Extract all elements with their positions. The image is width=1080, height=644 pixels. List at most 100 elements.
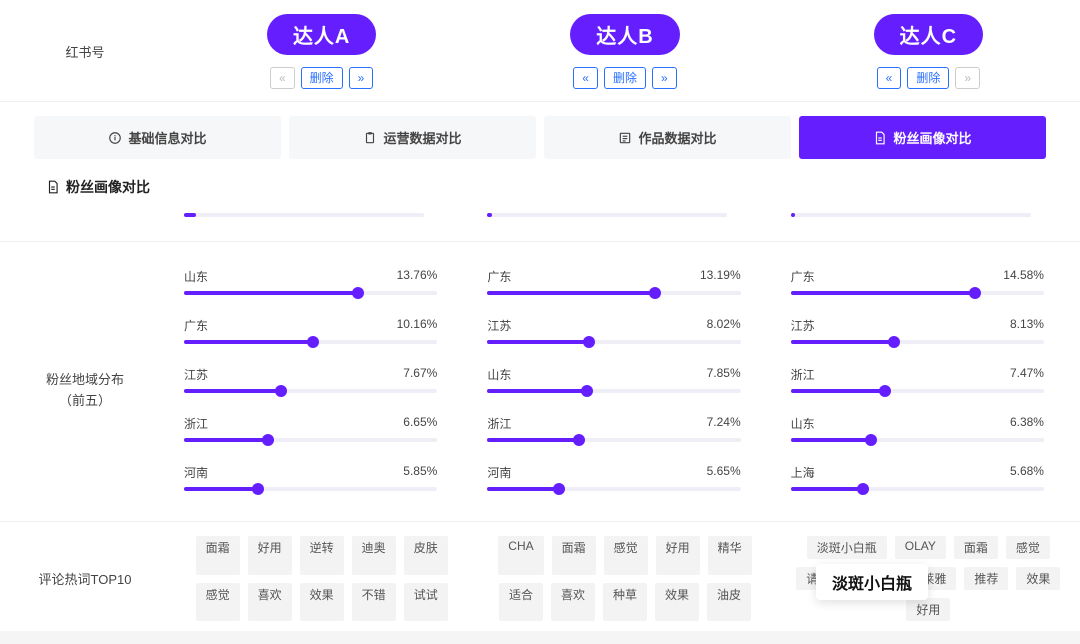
hot-word-tag[interactable]: 适合: [499, 583, 543, 622]
region-column: 广东 13.19% 江苏 8.02% 山东 7.85% 浙江 7.24% 河南 5.65%: [473, 268, 776, 513]
region-item: 广东 13.19%: [487, 268, 740, 295]
influencer-name-badge: 达人C: [874, 14, 983, 55]
region-bar: [791, 291, 1044, 295]
region-percent: 13.76%: [397, 268, 438, 285]
delete-button[interactable]: 删除: [301, 67, 343, 89]
hot-word-tag[interactable]: 面霜: [552, 536, 596, 575]
compare-tabs: 基础信息对比 运营数据对比 作品数据对比 粉丝画像对比: [0, 106, 1080, 159]
hot-word-tag[interactable]: 感觉: [604, 536, 648, 575]
hot-word-tag[interactable]: OLAY: [895, 536, 946, 559]
region-name: 广东: [184, 317, 208, 334]
influencer-col: 达人A « 删除 »: [170, 14, 473, 89]
tab-works[interactable]: 作品数据对比: [544, 116, 791, 159]
hot-words-column: CHA面霜感觉好用精华适合喜欢种草效果油皮: [473, 536, 776, 621]
hot-word-tag[interactable]: 面霜: [954, 536, 998, 559]
region-item: 山东 7.85%: [487, 366, 740, 393]
region-percent: 13.19%: [700, 268, 741, 285]
hot-word-tag[interactable]: 效果: [1016, 567, 1060, 590]
region-percent: 10.16%: [397, 317, 438, 334]
hot-word-tag[interactable]: 好用: [656, 536, 700, 575]
row-label-regions: 粉丝地域分布 （前五）: [0, 268, 170, 513]
influencer-name-badge: 达人A: [267, 14, 376, 55]
tab-fan-profile[interactable]: 粉丝画像对比: [799, 116, 1046, 159]
next-button[interactable]: »: [955, 67, 980, 89]
region-item: 山东 13.76%: [184, 268, 437, 295]
region-distribution-section: 粉丝地域分布 （前五） 山东13.76%广东10.16%江苏7.67%浙江6.6…: [0, 242, 1080, 522]
delete-button[interactable]: 删除: [604, 67, 646, 89]
region-column: 山东13.76%广东10.16%江苏7.67%浙江6.65%河南5.85%: [170, 268, 473, 513]
region-percent: 7.85%: [707, 366, 741, 383]
tab-basic-info[interactable]: 基础信息对比: [34, 116, 281, 159]
region-name: 河南: [487, 464, 511, 481]
region-name: 山东: [487, 366, 511, 383]
hot-word-tag[interactable]: 好用: [906, 598, 950, 621]
prev-button[interactable]: «: [573, 67, 598, 89]
mini-bar: [487, 213, 727, 217]
next-button[interactable]: »: [349, 67, 374, 89]
region-name: 山东: [184, 268, 208, 285]
region-percent: 6.38%: [1010, 415, 1044, 432]
region-name: 江苏: [791, 317, 815, 334]
region-percent: 7.24%: [707, 415, 741, 432]
region-name: 江苏: [487, 317, 511, 334]
delete-button[interactable]: 删除: [907, 67, 949, 89]
region-bar: [487, 438, 740, 442]
hot-word-tag[interactable]: 好用: [248, 536, 292, 575]
next-button[interactable]: »: [652, 67, 677, 89]
clipboard-icon: [363, 131, 377, 145]
region-item: 浙江 7.24%: [487, 415, 740, 442]
region-bar: [791, 389, 1044, 393]
file-icon: [873, 131, 887, 145]
region-percent: 8.13%: [1010, 317, 1044, 334]
prev-button[interactable]: «: [877, 67, 902, 89]
info-icon: [108, 131, 122, 145]
tab-operations[interactable]: 运营数据对比: [289, 116, 536, 159]
region-item: 上海5.68%: [791, 464, 1044, 491]
region-percent: 7.67%: [403, 366, 437, 383]
row-label-hotwords: 评论热词TOP10: [0, 536, 170, 621]
region-percent: 8.02%: [707, 317, 741, 334]
hot-word-tag[interactable]: 面霜: [196, 536, 240, 575]
hot-word-tooltip: 淡斑小白瓶: [816, 564, 928, 600]
region-item: 广东14.58%: [791, 268, 1044, 295]
hot-word-tag[interactable]: 精华: [708, 536, 752, 575]
influencer-col: 达人B « 删除 »: [473, 14, 776, 89]
hot-word-tag[interactable]: 不错: [352, 583, 396, 622]
region-bar: [487, 340, 740, 344]
region-percent: 5.65%: [707, 464, 741, 481]
hot-word-tag[interactable]: 油皮: [707, 583, 751, 622]
hot-word-tag[interactable]: 逆转: [300, 536, 344, 575]
influencer-name-badge: 达人B: [570, 14, 679, 55]
region-item: 广东 10.16%: [184, 317, 437, 344]
hot-word-tag[interactable]: 迪奥: [352, 536, 396, 575]
hot-word-tag[interactable]: 推荐: [964, 567, 1008, 590]
region-name: 浙江: [487, 415, 511, 432]
prev-button[interactable]: «: [270, 67, 295, 89]
region-percent: 5.85%: [403, 464, 437, 481]
section-heading: 粉丝画像对比: [0, 159, 1080, 209]
hot-word-tag[interactable]: 试试: [404, 583, 448, 622]
region-item: 山东 6.38%: [791, 415, 1044, 442]
hot-word-tag[interactable]: 种草: [603, 583, 647, 622]
region-bar: [184, 389, 437, 393]
row-label-id: 红书号: [0, 14, 170, 89]
hot-word-tag[interactable]: 效果: [300, 583, 344, 622]
hot-word-tag[interactable]: 喜欢: [248, 583, 292, 622]
list-icon: [618, 131, 632, 145]
hot-word-tag[interactable]: 感觉: [1006, 536, 1050, 559]
region-item: 河南 5.65%: [487, 464, 740, 491]
region-name: 广东: [487, 268, 511, 285]
region-percent: 5.68%: [1010, 464, 1044, 481]
hot-word-tag[interactable]: 喜欢: [551, 583, 595, 622]
mini-bar-row: [0, 209, 1080, 242]
file-icon: [46, 180, 60, 194]
region-name: 山东: [791, 415, 815, 432]
region-column: 广东14.58%江苏8.13%浙江7.47%山东6.38%上海5.68%: [777, 268, 1080, 513]
hot-word-tag[interactable]: 皮肤: [404, 536, 448, 575]
hot-word-tag[interactable]: 效果: [655, 583, 699, 622]
hot-word-tag[interactable]: CHA: [498, 536, 543, 575]
region-name: 河南: [184, 464, 208, 481]
hot-word-tag[interactable]: 淡斑小白瓶: [807, 536, 887, 559]
hot-word-tag[interactable]: 感觉: [196, 583, 240, 622]
region-percent: 14.58%: [1003, 268, 1044, 285]
